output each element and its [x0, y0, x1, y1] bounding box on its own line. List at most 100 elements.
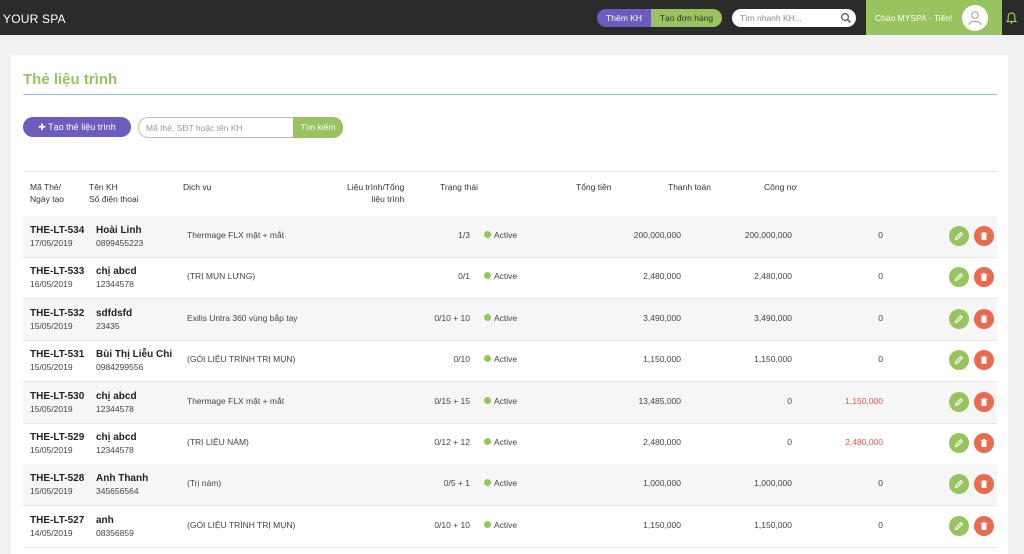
service-name: (TRỊ MỤN LƯNG): [187, 271, 256, 282]
status-dot-icon: [484, 355, 491, 363]
status-dot-icon: [484, 313, 491, 321]
pencil-icon: [954, 273, 964, 282]
edit-button[interactable]: [949, 391, 969, 412]
edit-button[interactable]: [949, 267, 969, 288]
customer-name[interactable]: chị abcd: [96, 266, 137, 277]
service-name: (Trị nám): [187, 478, 222, 489]
service-name: Exilis Untra 360 vùng bắp tay: [187, 312, 298, 323]
brand-logo[interactable]: YOUR SPA: [3, 12, 66, 26]
plus-icon: ✚: [38, 122, 49, 132]
service-name: (GÓI LIỆU TRÌNH TRỊ MỤN): [187, 519, 296, 530]
edit-button[interactable]: [949, 308, 969, 329]
header-customer: Tên KH Số điện thoại: [89, 181, 139, 205]
status-dot-icon: [484, 479, 491, 487]
session-progress: 0/5 + 1: [443, 478, 470, 489]
add-customer-button[interactable]: Thêm KH: [597, 9, 651, 27]
card-code[interactable]: THE-LT-530: [30, 391, 84, 402]
trash-icon: [980, 356, 988, 365]
delete-button[interactable]: [974, 350, 994, 371]
header-customer-line1: Tên KH: [89, 182, 118, 192]
status-dot-icon: [484, 396, 491, 404]
paid-amount: 1,150,000: [754, 354, 792, 365]
total-amount: 1,150,000: [643, 354, 681, 365]
card-search-input[interactable]: Mã thẻ, SĐT hoặc tên KH: [138, 117, 293, 138]
main-card: Thẻ liệu trình ✚ Tạo thẻ liệu trình Mã t…: [11, 55, 1008, 554]
header-progress: Liệu trình/Tổng liệu trình: [347, 181, 404, 205]
customer-phone: 12344578: [96, 403, 134, 414]
total-amount: 3,490,000: [643, 312, 681, 323]
customer-name[interactable]: chị abcd: [96, 432, 137, 443]
card-code[interactable]: THE-LT-527: [30, 515, 84, 526]
session-progress: 0/10: [453, 354, 470, 365]
user-greeting[interactable]: Chào MYSPA - Tiến!: [875, 13, 952, 23]
edit-button[interactable]: [949, 474, 969, 495]
page-title: Thẻ liệu trình: [23, 71, 118, 88]
total-amount: 2,480,000: [643, 437, 681, 447]
card-code[interactable]: THE-LT-534: [30, 225, 84, 236]
create-order-button[interactable]: Tạo đơn hàng: [651, 9, 722, 27]
delete-button[interactable]: [974, 267, 994, 288]
delete-button[interactable]: [974, 226, 994, 246]
session-progress: 0/10 + 10: [434, 519, 470, 530]
created-date: 15/05/2019: [30, 403, 73, 414]
header-code-line1: Mã Thẻ/: [30, 182, 62, 192]
customer-name[interactable]: Hoài Linh: [96, 225, 142, 236]
total-amount: 1,000,000: [643, 478, 681, 489]
card-code[interactable]: THE-LT-533: [30, 266, 84, 277]
total-amount: 13,485,000: [638, 395, 681, 406]
card-code[interactable]: THE-LT-529: [30, 432, 84, 443]
delete-button[interactable]: [974, 515, 994, 536]
edit-button[interactable]: [949, 226, 969, 246]
delete-button[interactable]: [974, 308, 994, 329]
bell-icon[interactable]: [1006, 12, 1017, 24]
delete-button[interactable]: [974, 474, 994, 495]
top-navbar: YOUR SPA Thêm KH Tạo đơn hàng Tìm nhanh …: [0, 0, 1024, 35]
user-menu[interactable]: Chào MYSPA - Tiến!: [866, 0, 1002, 35]
create-card-button[interactable]: ✚ Tạo thẻ liệu trình: [23, 117, 131, 137]
status-badge: Active: [494, 354, 518, 365]
debt-amount: 0: [878, 230, 883, 240]
pencil-icon: [954, 521, 964, 531]
paid-amount: 3,490,000: [754, 312, 792, 323]
created-date: 15/05/2019: [30, 486, 73, 497]
header-total: Tổng tiền: [576, 182, 612, 192]
edit-button[interactable]: [949, 350, 969, 371]
table-row: THE-LT-530 15/05/2019 chị abcd 12344578 Ther…: [23, 381, 997, 424]
table-row: THE-LT-531 15/05/2019 Bùi Thị Liễu Chi 0984…: [23, 340, 997, 383]
pencil-icon: [954, 480, 964, 489]
header-customer-line2: Số điện thoại: [89, 194, 139, 204]
avatar[interactable]: [962, 5, 988, 31]
service-name: (GÓI LIỆU TRÌNH TRỊ MỤN): [187, 354, 296, 365]
customer-name[interactable]: chị abcd: [96, 391, 137, 402]
header-paid: Thanh toán: [668, 182, 712, 192]
avatar-user-icon: [968, 11, 982, 26]
search-button[interactable]: Tìm kiếm: [293, 117, 343, 138]
table-row: THE-LT-532 15/05/2019 sdfdsfd 23435 Exilis U…: [23, 298, 997, 341]
customer-name[interactable]: sdfdsfd: [96, 308, 132, 319]
customer-name[interactable]: Bùi Thị Liễu Chi: [96, 349, 172, 360]
delete-button[interactable]: [974, 433, 994, 453]
edit-button[interactable]: [949, 433, 969, 453]
quick-search-input[interactable]: Tìm nhanh KH...: [732, 9, 856, 27]
edit-button[interactable]: [949, 515, 969, 536]
paid-amount: 0: [787, 395, 792, 406]
customer-name[interactable]: anh: [96, 515, 114, 526]
header-service: Dịch vụ: [183, 182, 212, 192]
search-icon[interactable]: [840, 12, 852, 24]
trash-icon: [980, 439, 988, 447]
customer-name[interactable]: Anh Thanh: [96, 473, 148, 484]
status-badge: Active: [494, 271, 518, 282]
debt-amount: 0: [878, 271, 883, 282]
card-code[interactable]: THE-LT-531: [30, 349, 84, 360]
service-name: (TRỊ LIỆU NÁM): [187, 437, 249, 447]
quick-search-placeholder: Tìm nhanh KH...: [740, 13, 802, 23]
created-date: 15/05/2019: [30, 320, 73, 331]
created-date: 16/05/2019: [30, 279, 73, 290]
session-progress: 1/3: [458, 230, 470, 240]
card-code[interactable]: THE-LT-528: [30, 473, 84, 484]
trash-icon: [980, 521, 988, 530]
session-progress: 0/15 + 15: [434, 395, 470, 406]
card-code[interactable]: THE-LT-532: [30, 308, 84, 319]
session-progress: 0/12 + 12: [434, 437, 470, 447]
delete-button[interactable]: [974, 391, 994, 412]
